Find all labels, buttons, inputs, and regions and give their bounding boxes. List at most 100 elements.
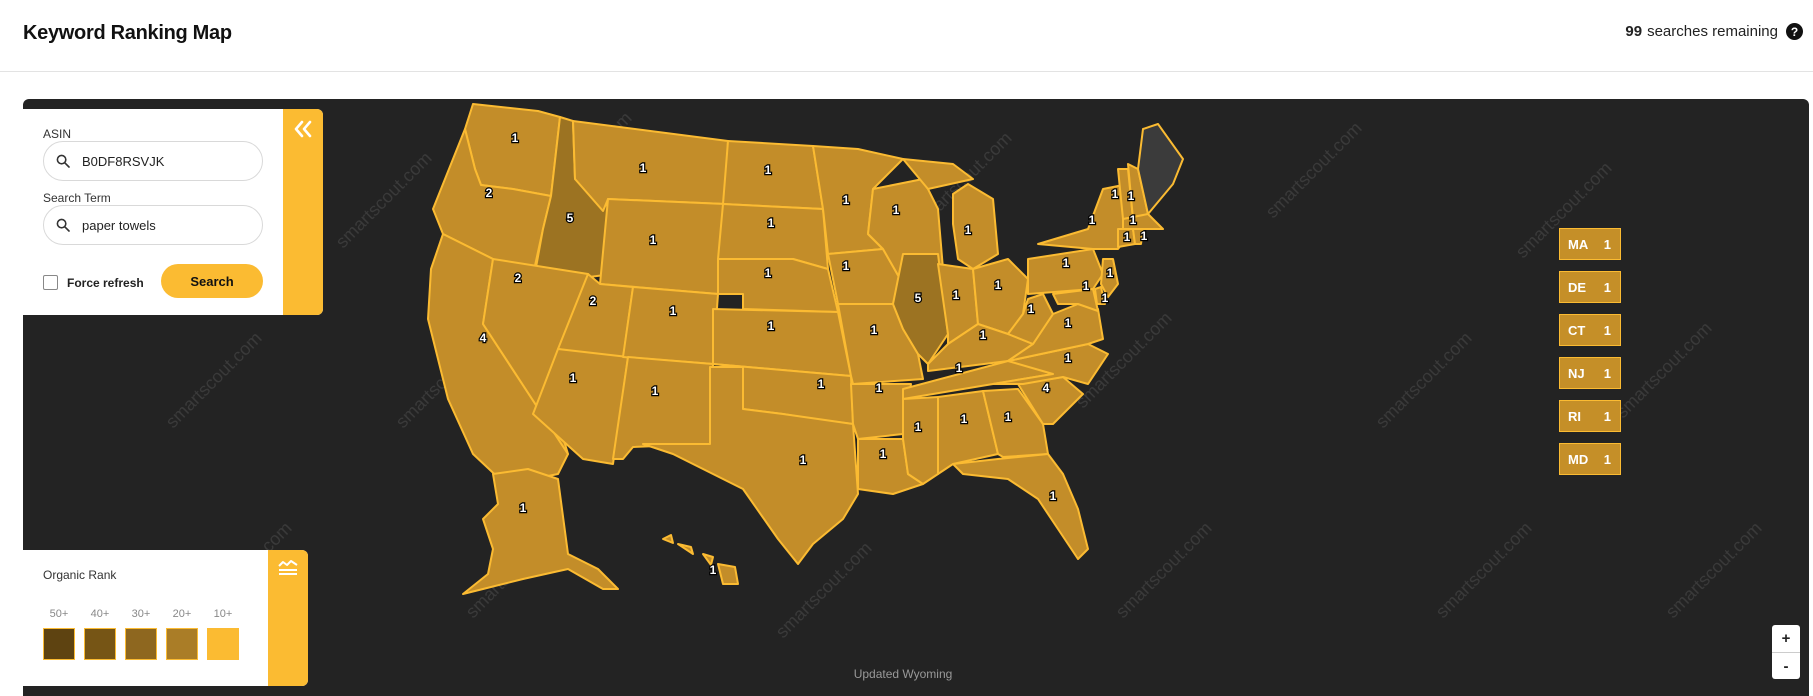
- search-term-input[interactable]: [82, 217, 242, 233]
- legend-item-label: 20+: [172, 608, 192, 620]
- state-rank-oh: 1: [995, 278, 1002, 292]
- watermark-text: smartscout.com: [772, 538, 876, 642]
- state-rank-mi: 1: [965, 223, 972, 237]
- zoom-in-button[interactable]: +: [1772, 625, 1800, 652]
- state-badge-de[interactable]: DE 1: [1559, 271, 1621, 303]
- state-badge-value: 1: [1603, 236, 1611, 252]
- state-rank-hi: 1: [710, 563, 717, 577]
- state-ms[interactable]: [902, 396, 939, 485]
- state-rank-ne: 1: [765, 266, 772, 280]
- legend-panel: Organic Rank 50+ 40+ 30+ 20+ 10+: [23, 550, 308, 686]
- state-rank-nj: 1: [1107, 266, 1114, 280]
- force-refresh-label[interactable]: Force refresh: [67, 276, 144, 290]
- state-badge-value: 1: [1603, 279, 1611, 295]
- legend-swatch: [125, 628, 157, 660]
- map-status-text: Updated Wyoming: [853, 667, 953, 681]
- state-hi[interactable]: [662, 534, 739, 585]
- state-badge-value: 1: [1603, 322, 1611, 338]
- asin-label: ASIN: [43, 127, 72, 141]
- state-fl[interactable]: [952, 453, 1089, 560]
- state-rank-ms: 1: [915, 420, 922, 434]
- state-rank-mo: 1: [871, 323, 878, 337]
- legend-items: 50+ 40+ 30+ 20+ 10+: [43, 608, 239, 660]
- state-badge-value: 1: [1603, 365, 1611, 381]
- state-rank-id: 5: [567, 211, 574, 225]
- legend-swatch: [207, 628, 239, 660]
- state-rank-nc: 1: [1065, 351, 1072, 365]
- legend-swatch: [43, 628, 75, 660]
- state-rank-ky: 1: [980, 328, 987, 342]
- state-badge-ri[interactable]: RI 1: [1559, 400, 1621, 432]
- state-rank-wa: 1: [512, 131, 519, 145]
- state-rank-tn: 1: [956, 361, 963, 375]
- state-wy[interactable]: [599, 198, 726, 295]
- searches-remaining: 99 searches remaining ?: [1625, 23, 1803, 40]
- legend-item-label: 30+: [131, 608, 151, 620]
- state-rank-md: 1: [1083, 279, 1090, 293]
- map-area[interactable]: smartscout.com smartscout.com smartscout.c…: [23, 99, 1809, 696]
- state-badge-ma[interactable]: MA 1: [1559, 228, 1621, 260]
- state-nd[interactable]: [722, 140, 824, 210]
- state-rank-vt: 1: [1112, 187, 1119, 201]
- state-badge-code: RI: [1568, 408, 1581, 424]
- search-term-label: Search Term: [43, 191, 111, 205]
- state-badge-code: DE: [1568, 279, 1587, 295]
- help-icon[interactable]: ?: [1786, 23, 1803, 40]
- state-badge-code: NJ: [1568, 365, 1585, 381]
- top-bar: Keyword Ranking Map 99 searches remainin…: [0, 0, 1813, 72]
- state-rank-wv: 1: [1028, 302, 1035, 316]
- state-badge-value: 1: [1603, 451, 1611, 467]
- searches-count: 99: [1625, 23, 1643, 40]
- legend-toggle-button[interactable]: [268, 550, 308, 686]
- state-rank-fl: 1: [1050, 489, 1057, 503]
- watermark-text: smartscout.com: [1662, 518, 1766, 622]
- state-me[interactable]: [1137, 123, 1184, 215]
- state-rank-sd: 1: [768, 216, 775, 230]
- state-rank-ga: 1: [1005, 410, 1012, 424]
- legend-item: 20+: [166, 608, 198, 660]
- state-rank-ks: 1: [768, 319, 775, 333]
- state-rank-al: 1: [961, 412, 968, 426]
- legend-item-label: 50+: [49, 608, 69, 620]
- state-badge-value: 1: [1603, 408, 1611, 424]
- state-badge-nj[interactable]: NJ 1: [1559, 357, 1621, 389]
- state-badge-code: MA: [1568, 236, 1589, 252]
- state-rank-de: 1: [1102, 291, 1109, 305]
- state-rank-la: 1: [880, 447, 887, 461]
- state-rank-wi: 1: [893, 203, 900, 217]
- search-button[interactable]: Search: [161, 264, 263, 298]
- state-rank-mn: 1: [843, 193, 850, 207]
- asin-field[interactable]: [43, 141, 263, 181]
- state-badge-code: MD: [1568, 451, 1589, 467]
- state-badge-md[interactable]: MD 1: [1559, 443, 1621, 475]
- watermark-text: smartscout.com: [1432, 518, 1536, 622]
- legend-item: 30+: [125, 608, 157, 660]
- state-rank-ca: 4: [480, 331, 487, 345]
- state-ne[interactable]: [717, 258, 839, 313]
- page-title: Keyword Ranking Map: [23, 22, 232, 44]
- state-ak[interactable]: [462, 468, 619, 595]
- force-refresh-checkbox[interactable]: [43, 275, 58, 290]
- state-badge-ct[interactable]: CT 1: [1559, 314, 1621, 346]
- search-term-field[interactable]: [43, 205, 263, 245]
- state-rank-ut: 2: [590, 294, 597, 308]
- states[interactable]: [427, 103, 1184, 595]
- state-rank-pa: 1: [1063, 256, 1070, 270]
- asin-input[interactable]: [82, 153, 242, 169]
- watermark-text: smartscout.com: [162, 328, 266, 432]
- search-icon: [56, 218, 70, 232]
- legend-item: 10+: [207, 608, 239, 660]
- watermark-text: smartscout.com: [1112, 518, 1216, 622]
- zoom-out-button[interactable]: -: [1772, 652, 1800, 679]
- state-co[interactable]: [622, 286, 719, 365]
- state-rank-ia: 1: [843, 259, 850, 273]
- legend-item: 40+: [84, 608, 116, 660]
- legend-title: Organic Rank: [43, 568, 117, 582]
- collapse-panel-button[interactable]: [283, 109, 323, 315]
- state-rank-nm: 1: [652, 384, 659, 398]
- state-mt[interactable]: [572, 120, 729, 212]
- state-rank-ri: 1: [1141, 229, 1148, 243]
- state-badges: MA 1 DE 1 CT 1 NJ 1 RI 1 MD 1: [1559, 228, 1621, 486]
- state-rank-il: 5: [915, 291, 922, 305]
- force-refresh-row[interactable]: Force refresh: [43, 275, 144, 290]
